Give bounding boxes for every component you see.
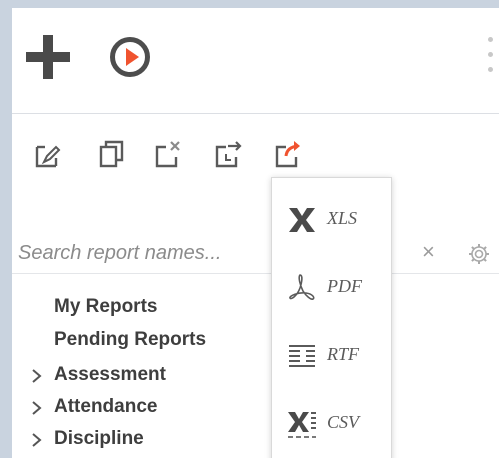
csv-icon bbox=[288, 412, 316, 438]
export-xls-option[interactable]: XLS bbox=[272, 194, 391, 246]
gear-icon bbox=[469, 244, 489, 264]
delete-report-button[interactable] bbox=[154, 138, 184, 170]
tree-item-label: Attendance bbox=[54, 396, 158, 417]
clear-search-button[interactable]: × bbox=[422, 239, 446, 267]
chevron-right-icon bbox=[32, 433, 42, 447]
export-pdf-option[interactable]: PDF bbox=[272, 262, 391, 314]
copy-report-icon bbox=[99, 140, 124, 168]
schedule-report-button[interactable] bbox=[214, 138, 244, 170]
chevron-right-icon bbox=[32, 401, 42, 415]
export-report-button[interactable] bbox=[274, 138, 304, 170]
export-option-label: PDF bbox=[327, 276, 362, 296]
search-bar: × bbox=[12, 233, 499, 274]
delete-report-icon bbox=[155, 141, 180, 168]
export-csv-option[interactable]: CSV bbox=[272, 398, 391, 450]
export-format-menu: XLS PDF RTF CSV bbox=[271, 177, 392, 458]
more-options-button[interactable] bbox=[484, 34, 496, 84]
chevron-right-icon bbox=[32, 369, 42, 383]
rtf-icon bbox=[289, 345, 315, 367]
tree-item-label: Assessment bbox=[54, 364, 166, 385]
vertical-ellipsis-icon bbox=[487, 37, 493, 42]
search-input[interactable] bbox=[18, 239, 276, 267]
run-report-button[interactable] bbox=[110, 37, 150, 77]
excel-icon bbox=[289, 208, 315, 232]
tree-item-label: Discipline bbox=[54, 428, 144, 449]
tree-item-label: My Reports bbox=[54, 296, 158, 317]
export-report-icon bbox=[275, 141, 300, 168]
schedule-report-icon bbox=[215, 141, 242, 168]
edit-report-icon bbox=[35, 145, 61, 168]
top-toolbar bbox=[12, 8, 499, 114]
search-settings-button[interactable] bbox=[467, 239, 491, 267]
export-option-label: CSV bbox=[327, 412, 360, 432]
copy-report-button[interactable] bbox=[98, 138, 128, 170]
pdf-icon bbox=[289, 274, 315, 300]
tree-item-label: Pending Reports bbox=[54, 329, 207, 350]
export-option-label: RTF bbox=[327, 344, 360, 364]
play-circle-icon bbox=[126, 48, 139, 66]
report-panel: × My Reports Pending Reports Assessment bbox=[12, 8, 499, 458]
add-report-button[interactable] bbox=[26, 35, 70, 79]
export-rtf-option[interactable]: RTF bbox=[272, 330, 391, 382]
export-option-label: XLS bbox=[327, 208, 358, 228]
edit-report-button[interactable] bbox=[34, 138, 64, 170]
